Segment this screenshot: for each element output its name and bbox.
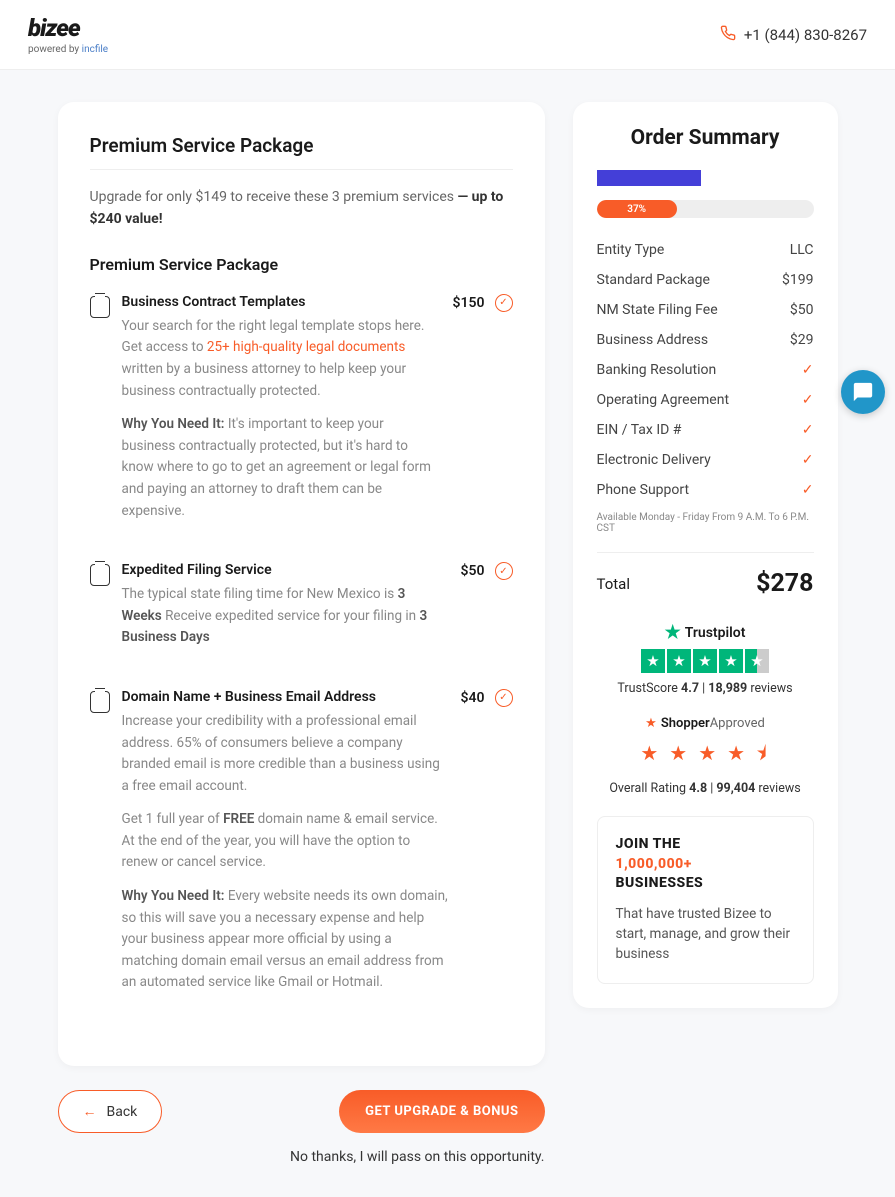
logo[interactable]: bizee powered by incfile (28, 14, 108, 55)
trustpilot-label: ★Trustpilot (597, 622, 814, 643)
phone-number: +1 (844) 830-8267 (744, 26, 867, 44)
check-icon: ✓ (802, 362, 814, 378)
check-icon: ✓ (802, 392, 814, 408)
shopper-approved-block: ★ShopperApproved ★ ★ ★ ★ ⯨ Overall Ratin… (597, 716, 814, 796)
progress-fill: 37% (597, 200, 677, 218)
service-description: Increase your credibility with a profess… (122, 711, 449, 797)
service-title: Domain Name + Business Email Address (122, 689, 449, 705)
summary-line-ein: EIN / Tax ID #✓ (597, 422, 814, 438)
arrow-left-icon: ← (83, 1103, 97, 1120)
check-circle-icon[interactable]: ✓ (495, 562, 513, 580)
shopper-rating: Overall Rating 4.8 | 99,404 reviews (597, 781, 814, 796)
service-price: $150 (453, 295, 485, 311)
summary-title: Order Summary (597, 126, 814, 150)
service-price: $50 (461, 563, 485, 579)
service-description: The typical state filing time for New Me… (122, 584, 449, 649)
package-title: Premium Service Package (90, 134, 513, 170)
summary-line-phone: Phone Support✓ (597, 482, 814, 498)
join-title: JOIN THE 1,000,000+ BUSINESSES (616, 835, 795, 894)
service-why: Why You Need It: Every website needs its… (122, 886, 449, 994)
service-contract-templates: Business Contract Templates Your search … (90, 294, 513, 534)
package-subheading: Premium Service Package (90, 255, 513, 274)
summary-line-delivery: Electronic Delivery✓ (597, 452, 814, 468)
logo-subtitle: powered by incfile (28, 44, 108, 55)
logo-text: bizee (28, 14, 108, 42)
header: bizee powered by incfile +1 (844) 830-82… (0, 0, 895, 70)
star-icon: ★ (645, 716, 657, 731)
availability-text: Available Monday - Friday From 9 A.M. To… (597, 512, 814, 534)
summary-total: Total $278 (597, 552, 814, 598)
shopper-label: ★ShopperApproved (597, 716, 814, 731)
summary-line-address: Business Address$29 (597, 332, 814, 348)
package-intro: Upgrade for only $149 to receive these 3… (90, 186, 513, 231)
service-title: Business Contract Templates (122, 294, 441, 310)
chat-button[interactable] (841, 370, 885, 414)
phone-icon (720, 25, 736, 45)
check-circle-icon[interactable]: ✓ (495, 689, 513, 707)
service-domain-email: Domain Name + Business Email Address Inc… (90, 689, 513, 1006)
phone-link[interactable]: +1 (844) 830-8267 (720, 25, 867, 45)
trustpilot-score: TrustScore 4.7 | 18,989 reviews (597, 681, 814, 696)
back-button[interactable]: ←Back (58, 1090, 163, 1133)
document-icon (90, 296, 110, 318)
check-icon: ✓ (802, 452, 814, 468)
upgrade-button[interactable]: GET UPGRADE & BONUS (339, 1090, 544, 1133)
shopper-stars: ★ ★ ★ ★ ⯨ (597, 739, 814, 773)
trustpilot-stars: ★★★★★ (597, 649, 814, 673)
service-price: $40 (461, 690, 485, 706)
service-description-2: Get 1 full year of FREE domain name & em… (122, 809, 449, 874)
service-title: Expedited Filing Service (122, 562, 449, 578)
summary-line-operating: Operating Agreement✓ (597, 392, 814, 408)
document-icon (90, 691, 110, 713)
legal-docs-link[interactable]: 25+ high-quality legal documents (207, 339, 405, 355)
check-icon: ✓ (802, 482, 814, 498)
summary-line-filing-fee: NM State Filing Fee$50 (597, 302, 814, 318)
order-summary-card: Order Summary 37% Entity TypeLLC Standar… (573, 102, 838, 1008)
summary-line-package: Standard Package$199 (597, 272, 814, 288)
check-circle-icon[interactable]: ✓ (495, 294, 513, 312)
chat-icon (852, 381, 874, 403)
document-icon (90, 564, 110, 586)
progress-bar: 37% (597, 200, 814, 218)
star-icon: ★ (665, 622, 681, 643)
no-thanks-link[interactable]: No thanks, I will pass on this opportuni… (58, 1149, 545, 1165)
service-description: Your search for the right legal template… (122, 316, 441, 402)
service-expedited-filing: Expedited Filing Service The typical sta… (90, 562, 513, 661)
trustpilot-block: ★Trustpilot ★★★★★ TrustScore 4.7 | 18,98… (597, 622, 814, 696)
join-box: JOIN THE 1,000,000+ BUSINESSES That have… (597, 816, 814, 984)
summary-line-entity-type: Entity TypeLLC (597, 242, 814, 258)
join-subtitle: That have trusted Bizee to start, manage… (616, 904, 795, 965)
service-why: Why You Need It: It's important to keep … (122, 414, 441, 522)
progress-placeholder (597, 170, 701, 186)
package-card: Premium Service Package Upgrade for only… (58, 102, 545, 1066)
summary-line-banking: Banking Resolution✓ (597, 362, 814, 378)
check-icon: ✓ (802, 422, 814, 438)
